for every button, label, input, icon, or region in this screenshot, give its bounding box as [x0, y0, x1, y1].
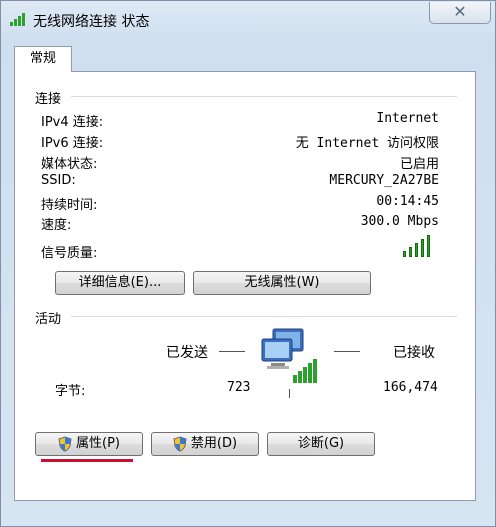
diagnose-button[interactable]: 诊断(G)	[267, 432, 375, 456]
media-state-label: 媒体状态:	[41, 157, 98, 172]
connection-group-label: 连接	[35, 92, 62, 107]
highlight-underline	[41, 459, 133, 462]
ssid-label: SSID:	[41, 173, 76, 188]
shield-icon	[173, 436, 187, 452]
connection-divider	[71, 96, 457, 97]
sent-label: 已发送	[166, 345, 208, 361]
duration-value: 00:14:45	[376, 194, 439, 209]
close-button[interactable]: ✕	[429, 2, 491, 24]
signal-bar	[409, 247, 412, 257]
signal-bar	[415, 243, 418, 257]
ipv6-label: IPv6 连接:	[41, 136, 104, 151]
received-label: 已接收	[393, 345, 435, 361]
shield-icon	[58, 436, 72, 452]
media-state-value: 已启用	[399, 157, 439, 172]
activity-tick	[289, 389, 290, 398]
network-computers-icon	[261, 328, 317, 383]
signal-quality-label: 信号质量:	[41, 246, 98, 261]
close-icon: ✕	[453, 2, 467, 21]
ipv4-value: Internet	[376, 111, 439, 126]
activity-group-label: 活动	[35, 312, 62, 327]
ipv4-label: IPv4 连接:	[41, 115, 104, 130]
details-button[interactable]: 详细信息(E)...	[55, 271, 185, 295]
properties-button-label: 属性(P)	[76, 436, 120, 451]
signal-strength-icon	[403, 233, 433, 257]
signal-bar	[421, 239, 424, 257]
title-bar: 无线网络连接 状态 ✕	[1, 1, 495, 37]
tab-general[interactable]: 常规	[14, 46, 72, 72]
speed-label: 速度:	[41, 218, 72, 233]
received-connector	[334, 351, 360, 352]
window-title: 无线网络连接 状态	[33, 14, 150, 30]
bytes-received-value: 166,474	[383, 380, 438, 395]
properties-button[interactable]: 属性(P)	[35, 432, 143, 456]
signal-bar	[403, 251, 406, 257]
speed-value: 300.0 Mbps	[360, 214, 439, 229]
status-window: 无线网络连接 状态 ✕ 常规 连接 IPv4 连接: Internet IPv6…	[0, 0, 496, 527]
disable-button-label: 禁用(D)	[190, 436, 238, 451]
signal-bar	[427, 235, 430, 257]
bytes-sent-value: 723	[227, 380, 251, 395]
ipv6-value: 无 Internet 访问权限	[295, 136, 439, 151]
bytes-label: 字节:	[55, 384, 86, 399]
disable-button[interactable]: 禁用(D)	[151, 432, 259, 456]
wireless-signal-icon	[10, 13, 25, 26]
activity-divider	[71, 316, 457, 317]
duration-label: 持续时间:	[41, 198, 98, 213]
ssid-value: MERCURY_2A27BE	[329, 173, 439, 188]
wireless-properties-button[interactable]: 无线属性(W)	[193, 271, 371, 295]
sent-connector	[219, 351, 245, 352]
